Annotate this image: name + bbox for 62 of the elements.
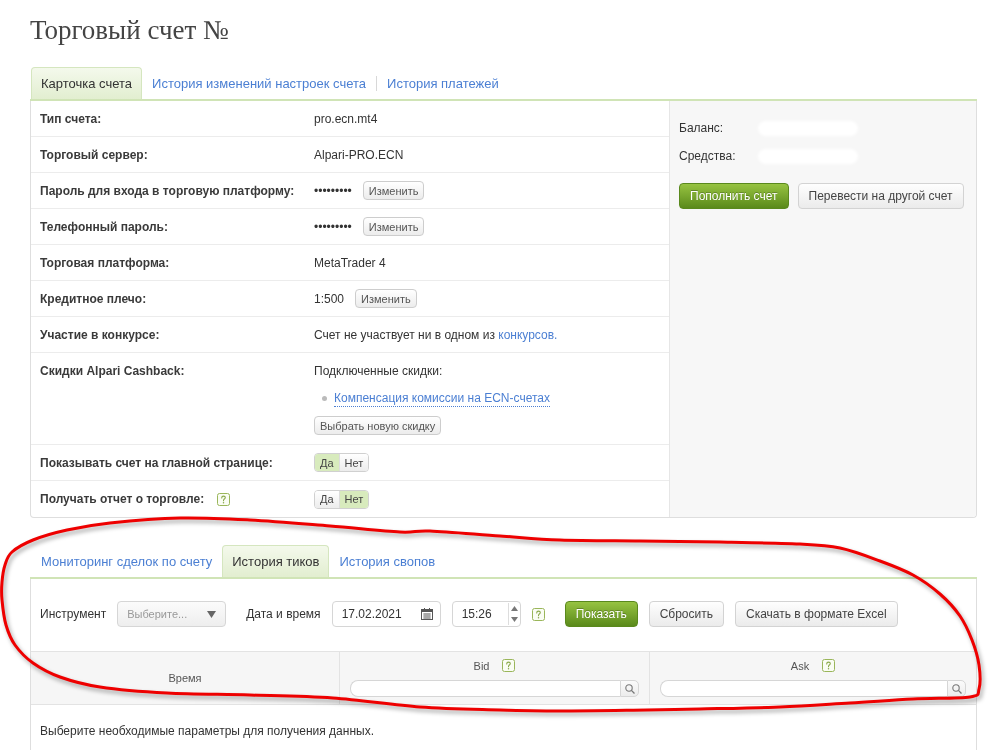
filter-label: Дата и время — [246, 607, 321, 621]
field-label: Показывать счет на главной странице: — [40, 454, 273, 472]
tab[interactable]: Карточка счета — [31, 67, 143, 99]
filter-label: Инструмент — [40, 607, 107, 621]
empty-message: Выберите необходимые параметры для получения данных. — [40, 724, 374, 738]
search-field[interactable] — [350, 680, 620, 697]
contests-link[interactable]: конкурсов. — [498, 327, 558, 342]
field-label: Получать отчет о торговле: — [40, 491, 205, 508]
column-title: Ask — [790, 659, 810, 672]
field-label: Телефонный пароль: — [40, 218, 168, 236]
reset-button[interactable]: Сбросить — [648, 601, 724, 627]
tab[interactable]: История платежей — [377, 67, 509, 99]
tab[interactable]: История изменений настроек счета — [142, 67, 377, 99]
column-title: Bid — [473, 659, 490, 672]
transfer-button[interactable]: Перевести на другой счет — [797, 183, 964, 209]
search-button[interactable] — [620, 680, 639, 697]
field-value: pro.ecn.mt4 — [314, 110, 379, 128]
change-button[interactable]: Изменить — [362, 181, 425, 200]
discounts-heading: Подключенные скидки: — [314, 363, 443, 380]
field-value: 1:500 — [314, 290, 345, 308]
balance-label: Средства: — [679, 149, 737, 163]
column-title: Время — [168, 672, 202, 684]
search-icon — [624, 683, 635, 694]
date-field[interactable]: 17.02.2021 — [331, 601, 441, 627]
stepper-arrows-icon[interactable] — [507, 603, 520, 625]
balance-label: Баланс: — [679, 121, 725, 135]
page-title: Торговый счет № — [30, 14, 229, 46]
field-label: Торговый сервер: — [40, 146, 148, 164]
caret-down-icon — [207, 610, 217, 618]
field-value: ••••••••• — [314, 182, 352, 200]
field-value: Alpari-PRO.ECN — [314, 146, 405, 164]
help-icon[interactable] — [217, 492, 231, 506]
toggle-option[interactable]: Нет — [338, 490, 369, 508]
search-icon — [951, 683, 962, 694]
search-button[interactable] — [947, 680, 966, 697]
field-value: MetaTrader 4 — [314, 254, 387, 272]
tab[interactable]: История свопов — [329, 545, 446, 577]
field-label: Тип счета: — [40, 110, 102, 128]
field-label: Участие в конкурсе: — [40, 326, 160, 344]
field-label: Кредитное плечо: — [40, 290, 147, 308]
calendar-icon[interactable] — [420, 608, 433, 620]
help-icon[interactable] — [502, 659, 516, 672]
excel-download-button[interactable]: Скачать в формате Excel — [735, 601, 898, 627]
tab[interactable]: История тиков — [222, 545, 330, 577]
field-label: Пароль для входа в торговую платформу: — [40, 182, 295, 200]
toggle-option[interactable]: Да — [315, 490, 339, 508]
change-button[interactable]: Изменить — [362, 217, 425, 236]
time-field[interactable]: 15:26 — [451, 601, 521, 627]
choose-discount-button[interactable]: Выбрать новую скидку — [314, 416, 442, 435]
field-label: Торговая платформа: — [40, 254, 170, 272]
contest-note: Счет не участвует ни в одном из конкурсов. — [314, 326, 559, 344]
field-value: ••••••••• — [314, 218, 352, 236]
toggle-option[interactable]: Нет — [338, 454, 369, 471]
change-button[interactable]: Изменить — [355, 289, 417, 308]
discount-link[interactable]: Компенсация комиссии на ECN-счетах — [334, 389, 550, 407]
toggle-option[interactable]: Да — [315, 454, 339, 471]
field-label: Скидки Alpari Cashback: — [40, 363, 185, 380]
help-icon[interactable] — [822, 659, 836, 672]
search-field[interactable] — [660, 680, 947, 697]
tab[interactable]: Мониторинг сделок по счету — [31, 545, 223, 577]
bullet-icon — [322, 395, 327, 401]
help-icon[interactable] — [531, 607, 545, 621]
